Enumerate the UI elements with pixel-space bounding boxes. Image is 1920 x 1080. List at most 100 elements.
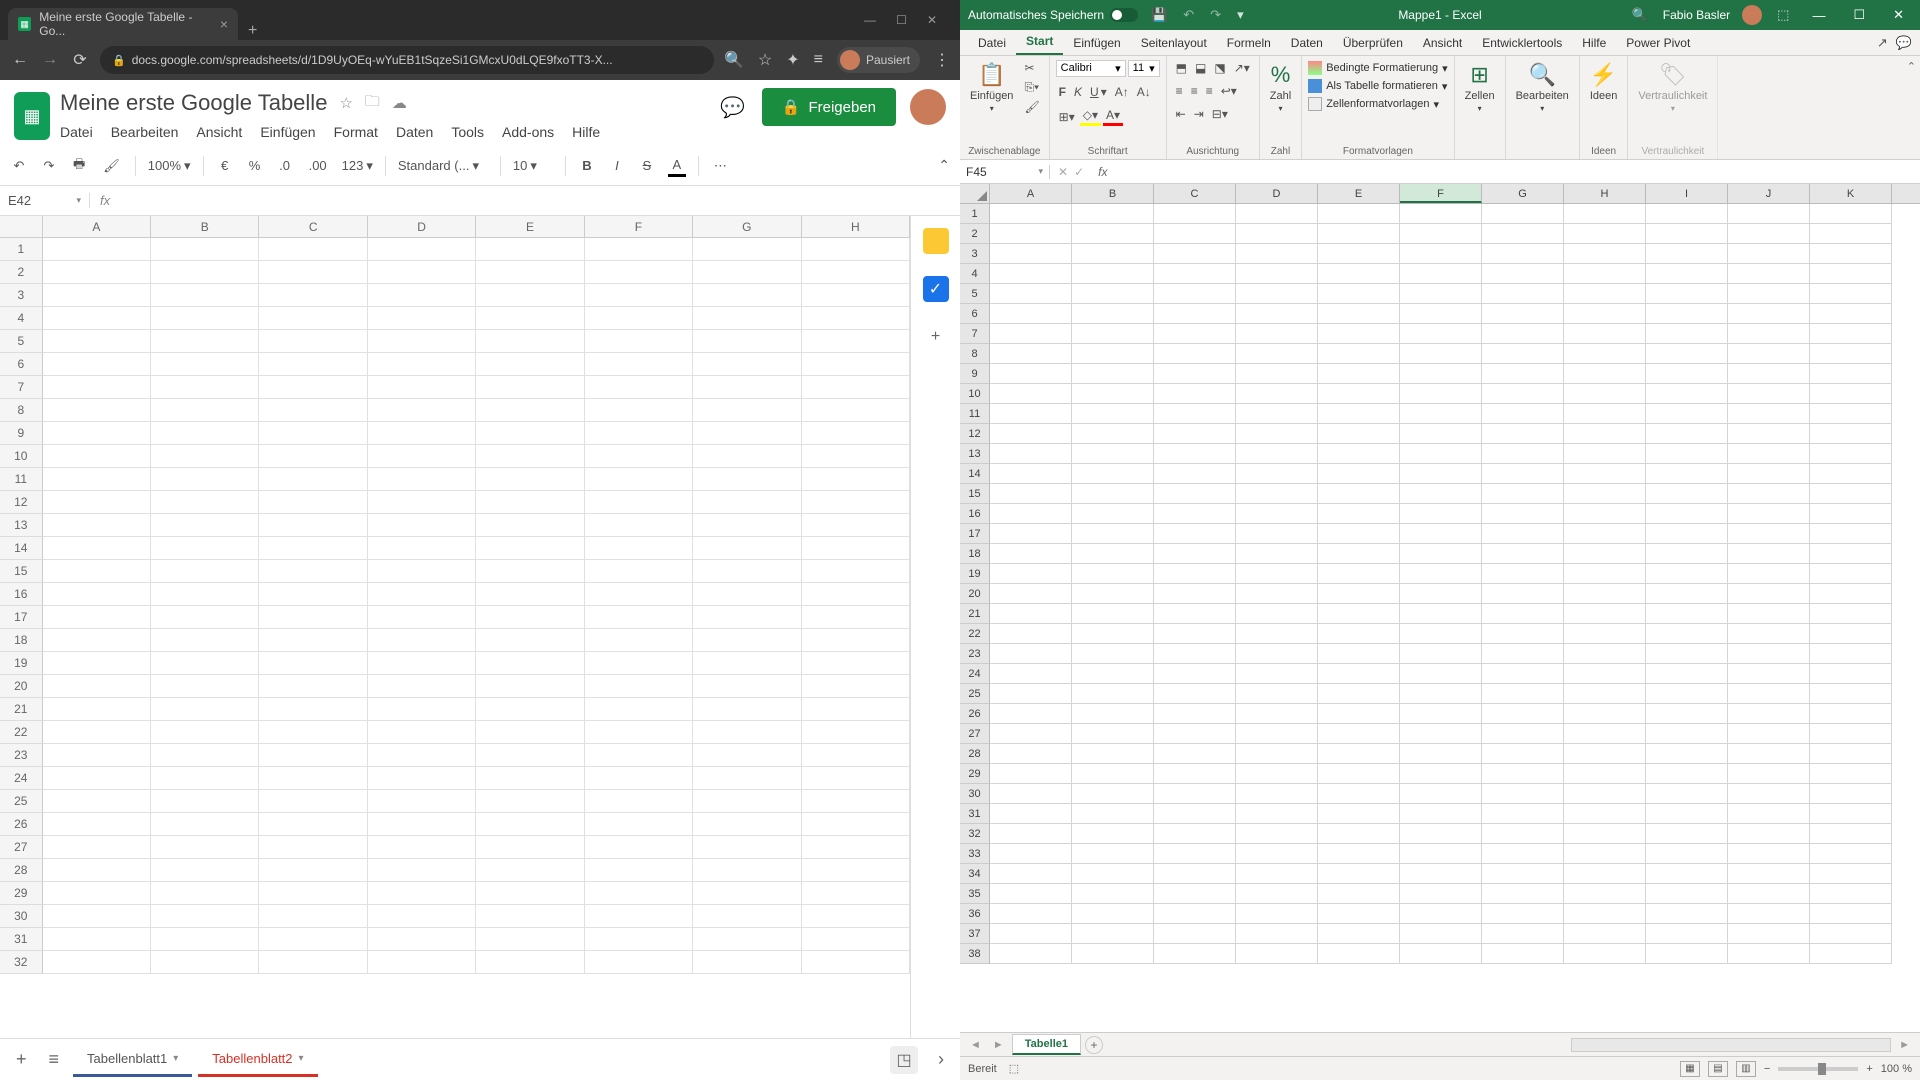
cell[interactable] [693,445,801,468]
cell[interactable] [259,307,367,330]
cell[interactable] [1564,504,1646,524]
cell[interactable] [1154,464,1236,484]
menu-ansicht[interactable]: Ansicht [196,124,242,140]
cell[interactable] [1400,904,1482,924]
cell[interactable] [1728,624,1810,644]
cell[interactable] [802,698,910,721]
cell[interactable] [1810,304,1892,324]
cell[interactable] [43,399,151,422]
cell[interactable] [1482,784,1564,804]
cell[interactable] [693,583,801,606]
comments-icon[interactable]: 💬 [718,92,748,122]
sheet-tab-2[interactable]: Tabellenblatt2▾ [198,1043,317,1077]
cell[interactable] [1646,304,1728,324]
cell[interactable] [368,468,476,491]
cell[interactable] [990,384,1072,404]
explore-icon[interactable]: ◳ [890,1046,918,1074]
cell[interactable] [1482,884,1564,904]
cell[interactable] [1482,504,1564,524]
cell[interactable] [1318,244,1400,264]
cell[interactable] [1810,724,1892,744]
cell[interactable] [1154,884,1236,904]
cell[interactable] [1482,684,1564,704]
cell[interactable] [1236,424,1318,444]
row-header[interactable]: 32 [0,951,43,974]
cell[interactable] [368,537,476,560]
cell[interactable] [1400,324,1482,344]
cell[interactable] [259,583,367,606]
cell[interactable] [151,836,259,859]
cell[interactable] [1236,584,1318,604]
cell[interactable] [1072,464,1154,484]
cell[interactable] [693,951,801,974]
cloud-status-icon[interactable]: ☁ [392,94,407,112]
cell[interactable] [151,284,259,307]
font-name-dropdown[interactable]: Calibri▾ [1056,60,1126,77]
cell[interactable] [1810,804,1892,824]
cell[interactable] [1318,804,1400,824]
cell[interactable] [693,560,801,583]
cell[interactable] [368,330,476,353]
cell[interactable] [802,836,910,859]
cell[interactable] [368,238,476,261]
cell[interactable] [585,629,693,652]
cell[interactable] [1728,504,1810,524]
cell[interactable] [1646,684,1728,704]
row-header[interactable]: 10 [0,445,43,468]
cell[interactable] [1400,944,1482,964]
cell[interactable] [990,784,1072,804]
cell[interactable] [1154,584,1236,604]
cell[interactable] [151,721,259,744]
cell[interactable] [1482,564,1564,584]
cell[interactable] [1482,404,1564,424]
cell[interactable] [585,859,693,882]
cell[interactable] [43,721,151,744]
cell[interactable] [1564,264,1646,284]
cell[interactable] [1400,624,1482,644]
cell[interactable] [1154,764,1236,784]
row-header[interactable]: 1 [960,204,990,224]
cell[interactable] [43,790,151,813]
cell[interactable] [990,864,1072,884]
cell[interactable] [1728,584,1810,604]
cell[interactable] [1236,944,1318,964]
cell[interactable] [802,422,910,445]
cell[interactable] [1646,584,1728,604]
cell[interactable] [151,629,259,652]
cell[interactable] [585,238,693,261]
row-header[interactable]: 23 [0,744,43,767]
cell[interactable] [259,744,367,767]
cell[interactable] [802,905,910,928]
cell[interactable] [1810,604,1892,624]
chrome-tab[interactable]: ▦ Meine erste Google Tabelle - Go... × [8,8,238,40]
cell[interactable] [693,813,801,836]
decrease-indent-icon[interactable]: ⇤ [1173,106,1189,122]
row-header[interactable]: 14 [960,464,990,484]
cell[interactable] [1482,304,1564,324]
cell[interactable] [1728,444,1810,464]
cell[interactable] [476,767,584,790]
cell[interactable] [585,376,693,399]
cell[interactable] [1400,864,1482,884]
reload-icon[interactable]: ⟳ [70,50,90,70]
cell[interactable] [43,537,151,560]
cell[interactable] [1646,944,1728,964]
fx-icon[interactable]: fx [1092,165,1113,179]
cell[interactable] [1318,904,1400,924]
cell[interactable] [1154,824,1236,844]
row-header[interactable]: 25 [0,790,43,813]
cell[interactable] [476,537,584,560]
cell[interactable] [1810,664,1892,684]
cell[interactable] [1072,204,1154,224]
cell[interactable] [1646,344,1728,364]
row-header[interactable]: 8 [960,344,990,364]
cell[interactable] [259,537,367,560]
cell[interactable] [1154,364,1236,384]
cell[interactable] [802,583,910,606]
row-header[interactable]: 31 [0,928,43,951]
more-toolbar-icon[interactable]: ⋯ [711,156,730,176]
bold-button[interactable]: F [1056,84,1069,100]
star-icon[interactable]: ☆ [339,94,352,112]
cell[interactable] [1318,384,1400,404]
column-header[interactable]: B [151,216,259,237]
